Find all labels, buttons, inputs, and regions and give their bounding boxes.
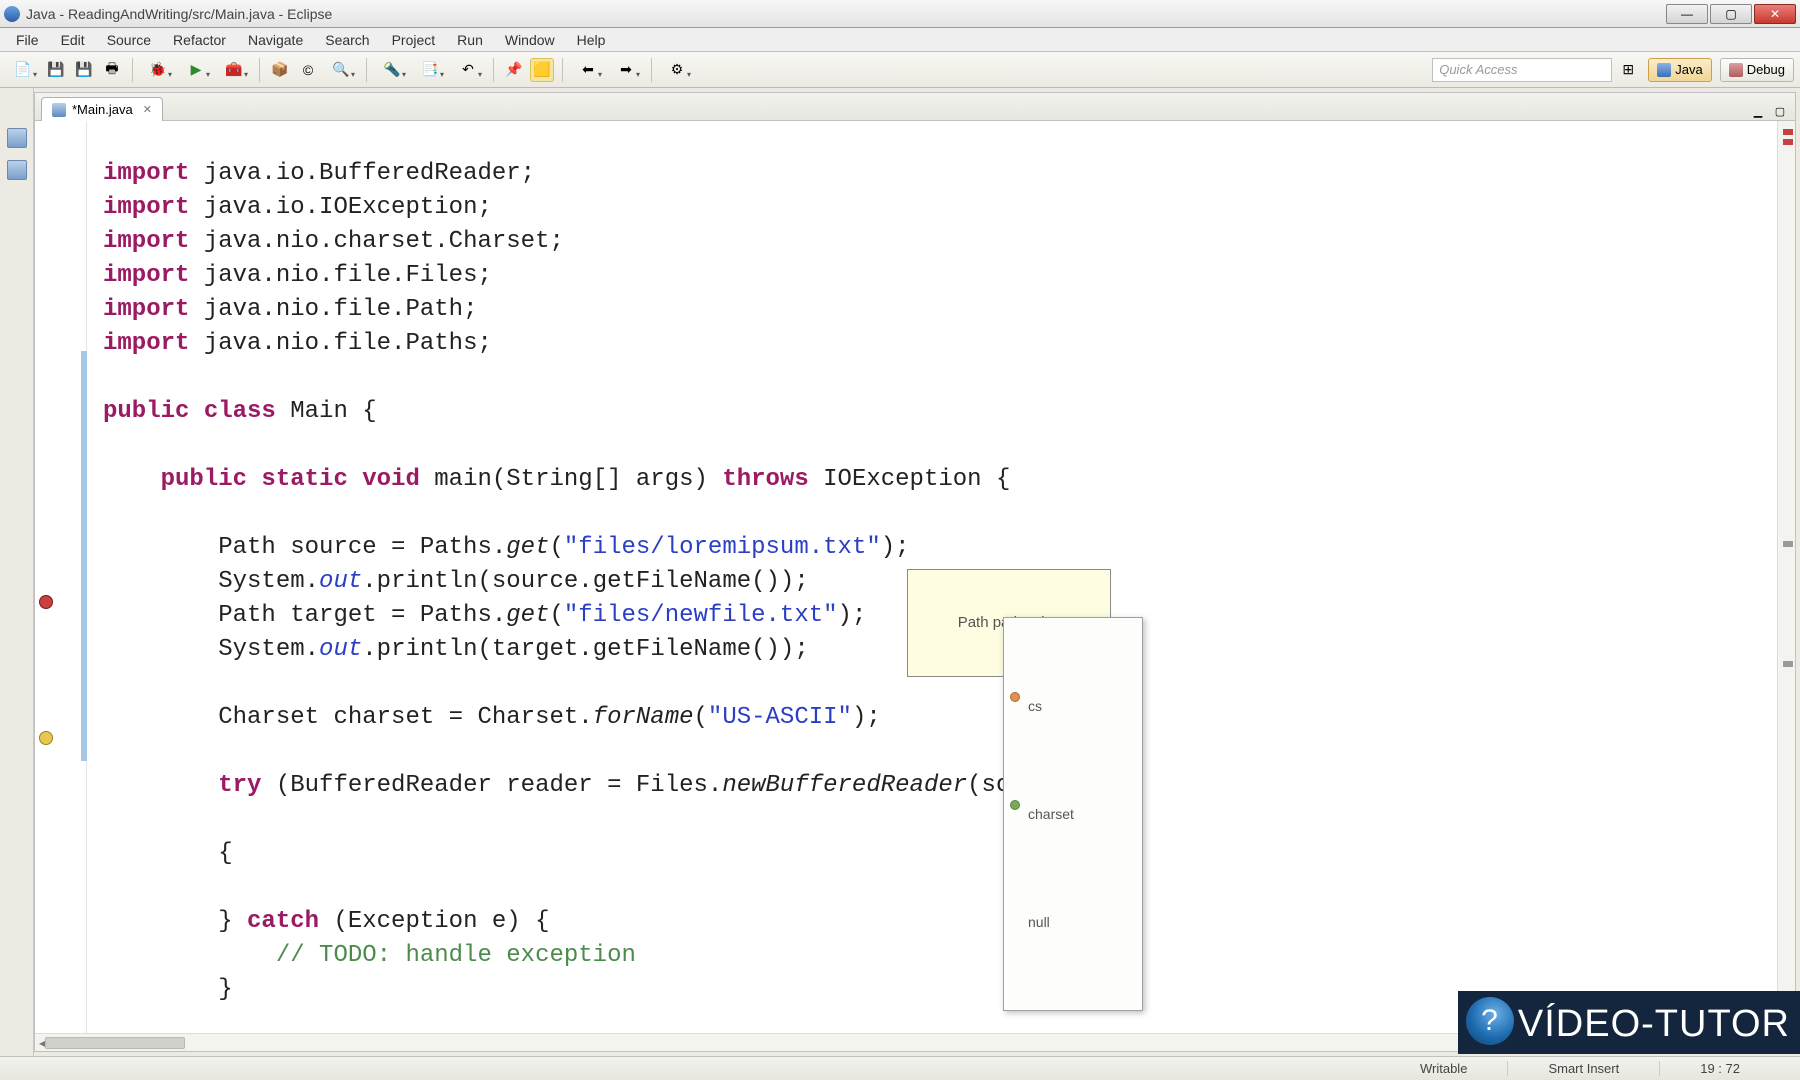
perspective-debug-label: Debug — [1747, 62, 1785, 77]
editor-tab-label: *Main.java — [72, 102, 133, 117]
warning-marker-icon[interactable] — [39, 731, 53, 745]
last-edit-button[interactable]: ↶ — [451, 58, 485, 82]
save-button[interactable]: 💾 — [44, 58, 68, 82]
assist-item-cs[interactable]: cs — [1004, 686, 1142, 726]
menu-navigate[interactable]: Navigate — [238, 29, 313, 51]
overview-info-mark[interactable] — [1783, 661, 1793, 667]
menu-window[interactable]: Window — [495, 29, 565, 51]
overview-ruler[interactable] — [1777, 121, 1795, 1033]
menu-edit[interactable]: Edit — [51, 29, 95, 51]
separator — [651, 58, 652, 82]
separator — [562, 58, 563, 82]
new-button[interactable]: 📄 — [6, 58, 40, 82]
perspective-customize-button[interactable]: ⚙ — [660, 58, 694, 82]
overview-info-mark[interactable] — [1783, 541, 1793, 547]
left-trim-bar — [0, 88, 34, 1056]
back-button[interactable]: ⬅ — [571, 58, 605, 82]
window-title: Java - ReadingAndWriting/src/Main.java -… — [26, 6, 332, 22]
menu-file[interactable]: File — [6, 29, 49, 51]
new-package-button[interactable]: 📦 — [268, 58, 292, 82]
editor-tab-row: *Main.java ✕ ▁ ▢ — [35, 93, 1795, 121]
watermark-logo-icon: ? — [1466, 997, 1514, 1045]
perspective-java-label: Java — [1675, 62, 1702, 77]
separator — [259, 58, 260, 82]
new-class-button[interactable]: © — [296, 58, 320, 82]
minimize-button[interactable]: — — [1666, 4, 1708, 24]
forward-button[interactable]: ➡ — [609, 58, 643, 82]
eclipse-icon — [4, 6, 20, 22]
local-var-icon — [1010, 692, 1020, 702]
search-button[interactable]: 🔦 — [375, 58, 409, 82]
assist-item-null[interactable]: null — [1004, 902, 1142, 942]
debug-perspective-icon — [1729, 63, 1743, 77]
assist-item-charset[interactable]: charset — [1004, 794, 1142, 834]
workbench: *Main.java ✕ ▁ ▢ import java.io.Buffered… — [0, 88, 1800, 1056]
separator — [493, 58, 494, 82]
window-titlebar: Java - ReadingAndWriting/src/Main.java -… — [0, 0, 1800, 28]
error-marker-icon[interactable] — [39, 595, 53, 609]
code-text[interactable]: import java.io.BufferedReader; import ja… — [87, 121, 1777, 1033]
status-cursor-position: 19 : 72 — [1659, 1061, 1780, 1076]
status-insert-mode: Smart Insert — [1507, 1061, 1659, 1076]
external-tools-button[interactable]: 🧰 — [217, 58, 251, 82]
status-writable: Writable — [1380, 1061, 1507, 1076]
menu-bar: File Edit Source Refactor Navigate Searc… — [0, 28, 1800, 52]
menu-help[interactable]: Help — [567, 29, 616, 51]
save-all-button[interactable]: 💾 — [72, 58, 96, 82]
menu-refactor[interactable]: Refactor — [163, 29, 236, 51]
overview-error-mark[interactable] — [1783, 139, 1793, 145]
separator — [366, 58, 367, 82]
open-perspective-button[interactable]: ⊞ — [1616, 58, 1640, 82]
menu-source[interactable]: Source — [97, 29, 161, 51]
java-perspective-icon — [1657, 63, 1671, 77]
pin-button[interactable]: 📌 — [502, 58, 526, 82]
minimize-view-icon[interactable]: ▁ — [1749, 102, 1767, 120]
open-type-button[interactable]: 🔍 — [324, 58, 358, 82]
watermark-text: VÍDEO-TUTOR — [1518, 1003, 1790, 1046]
outline-icon[interactable] — [7, 160, 27, 180]
java-file-icon — [52, 103, 66, 117]
close-button[interactable]: ✕ — [1754, 4, 1796, 24]
print-button[interactable]: 🖶 — [100, 58, 124, 82]
menu-search[interactable]: Search — [315, 29, 379, 51]
toggle-mark-button[interactable]: 🟨 — [530, 58, 554, 82]
overview-error-mark[interactable] — [1783, 129, 1793, 135]
code-editor[interactable]: import java.io.BufferedReader; import ja… — [35, 121, 1795, 1033]
maximize-button[interactable]: ▢ — [1710, 4, 1752, 24]
content-assist-popup[interactable]: cs charset null — [1003, 617, 1143, 1011]
perspective-debug[interactable]: Debug — [1720, 58, 1794, 82]
maximize-view-icon[interactable]: ▢ — [1771, 102, 1789, 120]
toolbar: 📄 💾 💾 🖶 🐞 ▶ 🧰 📦 © 🔍 🔦 📑 ↶ 📌 🟨 ⬅ ➡ ⚙ Quic… — [0, 52, 1800, 88]
perspective-java[interactable]: Java — [1648, 58, 1711, 82]
gutter[interactable] — [35, 121, 87, 1033]
scroll-thumb[interactable] — [45, 1037, 185, 1049]
video-watermark: ? VÍDEO-TUTOR — [1458, 991, 1800, 1054]
debug-button[interactable]: 🐞 — [141, 58, 175, 82]
annotation-nav-button[interactable]: 📑 — [413, 58, 447, 82]
separator — [132, 58, 133, 82]
quick-access-input[interactable]: Quick Access — [1432, 58, 1612, 82]
editor-tab-main-java[interactable]: *Main.java ✕ — [41, 97, 163, 121]
menu-run[interactable]: Run — [447, 29, 493, 51]
local-var-icon — [1010, 800, 1020, 810]
status-bar: Writable Smart Insert 19 : 72 — [0, 1056, 1800, 1080]
editor-area: *Main.java ✕ ▁ ▢ import java.io.Buffered… — [34, 92, 1796, 1052]
close-tab-icon[interactable]: ✕ — [143, 103, 152, 116]
run-button[interactable]: ▶ — [179, 58, 213, 82]
menu-project[interactable]: Project — [382, 29, 446, 51]
package-explorer-icon[interactable] — [7, 128, 27, 148]
